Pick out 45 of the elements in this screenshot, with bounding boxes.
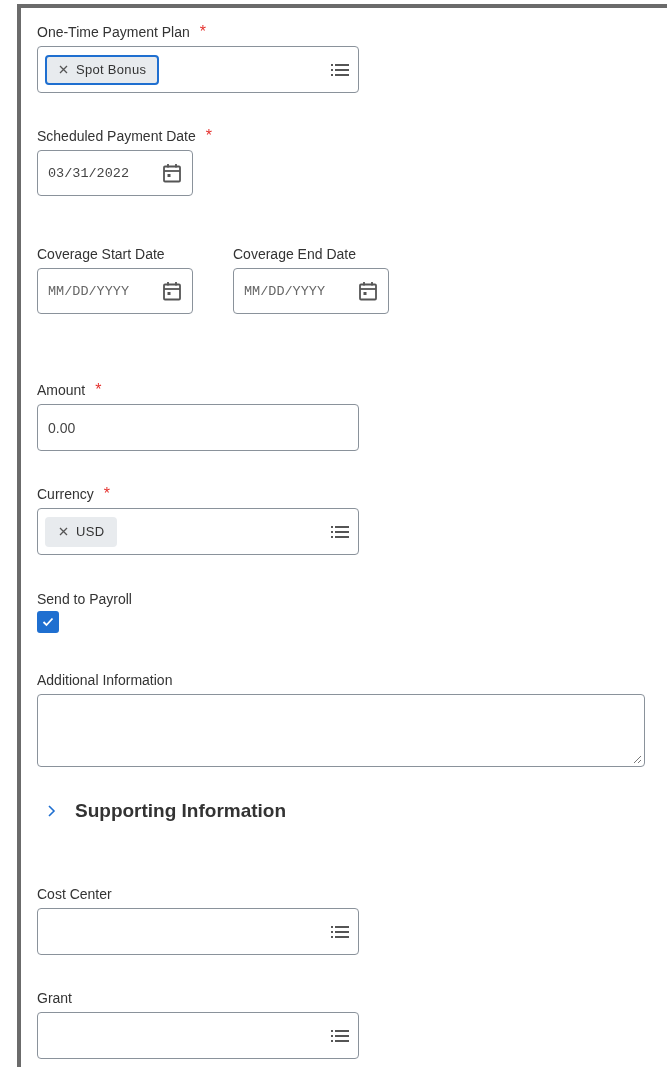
check-icon [42, 617, 54, 627]
remove-icon[interactable] [59, 527, 68, 536]
calendar-icon[interactable] [162, 281, 182, 301]
pill-text: Spot Bonus [76, 62, 147, 77]
prompt-field[interactable]: USD [37, 508, 359, 555]
field-label: Scheduled Payment Date [37, 128, 196, 144]
calendar-icon[interactable] [162, 163, 182, 183]
field-label: Additional Information [37, 672, 173, 688]
date-field[interactable]: 03/31/2022 [37, 150, 193, 196]
chevron-icon[interactable] [47, 804, 57, 818]
calendar-icon[interactable] [358, 281, 378, 301]
field-label: Grant [37, 990, 72, 1006]
section-title[interactable]: Supporting Information [75, 800, 287, 822]
date-input[interactable]: MM/DD/YYYY [48, 283, 152, 299]
field-label: Send to Payroll [37, 591, 132, 607]
required-mark: * [95, 381, 102, 398]
field-label: Cost Center [37, 886, 112, 902]
pill-text: USD [76, 524, 105, 539]
list-icon[interactable] [331, 924, 349, 939]
remove-icon[interactable] [59, 65, 68, 74]
checkbox[interactable] [37, 611, 59, 633]
required-mark: * [103, 485, 110, 502]
list-icon[interactable] [331, 524, 349, 539]
list-icon[interactable] [331, 62, 349, 77]
date-field[interactable]: MM/DD/YYYY [37, 268, 193, 314]
text-area[interactable] [37, 694, 645, 767]
prompt-field[interactable] [37, 1012, 359, 1059]
field-label: Coverage End Date [233, 246, 356, 262]
field-value: 0.00 [47, 419, 76, 436]
prompt-field[interactable]: Spot Bonus [37, 46, 359, 93]
field-label: Amount [37, 382, 86, 398]
selected-pill[interactable]: Spot Bonus [45, 54, 160, 85]
resize-handle-icon[interactable] [632, 754, 642, 764]
date-field[interactable]: MM/DD/YYYY [233, 268, 389, 314]
field-label: One-Time Payment Plan [37, 24, 190, 40]
list-icon[interactable] [331, 1028, 349, 1043]
amount-field[interactable]: 0.00 [37, 404, 359, 451]
required-mark: * [205, 127, 212, 144]
field-label: Currency [37, 486, 94, 502]
date-input[interactable]: MM/DD/YYYY [244, 283, 348, 299]
field-label: Coverage Start Date [37, 246, 165, 262]
date-value: 03/31/2022 [48, 165, 129, 181]
required-mark: * [199, 23, 206, 40]
selected-pill[interactable]: USD [45, 516, 118, 547]
prompt-field[interactable] [37, 908, 359, 955]
